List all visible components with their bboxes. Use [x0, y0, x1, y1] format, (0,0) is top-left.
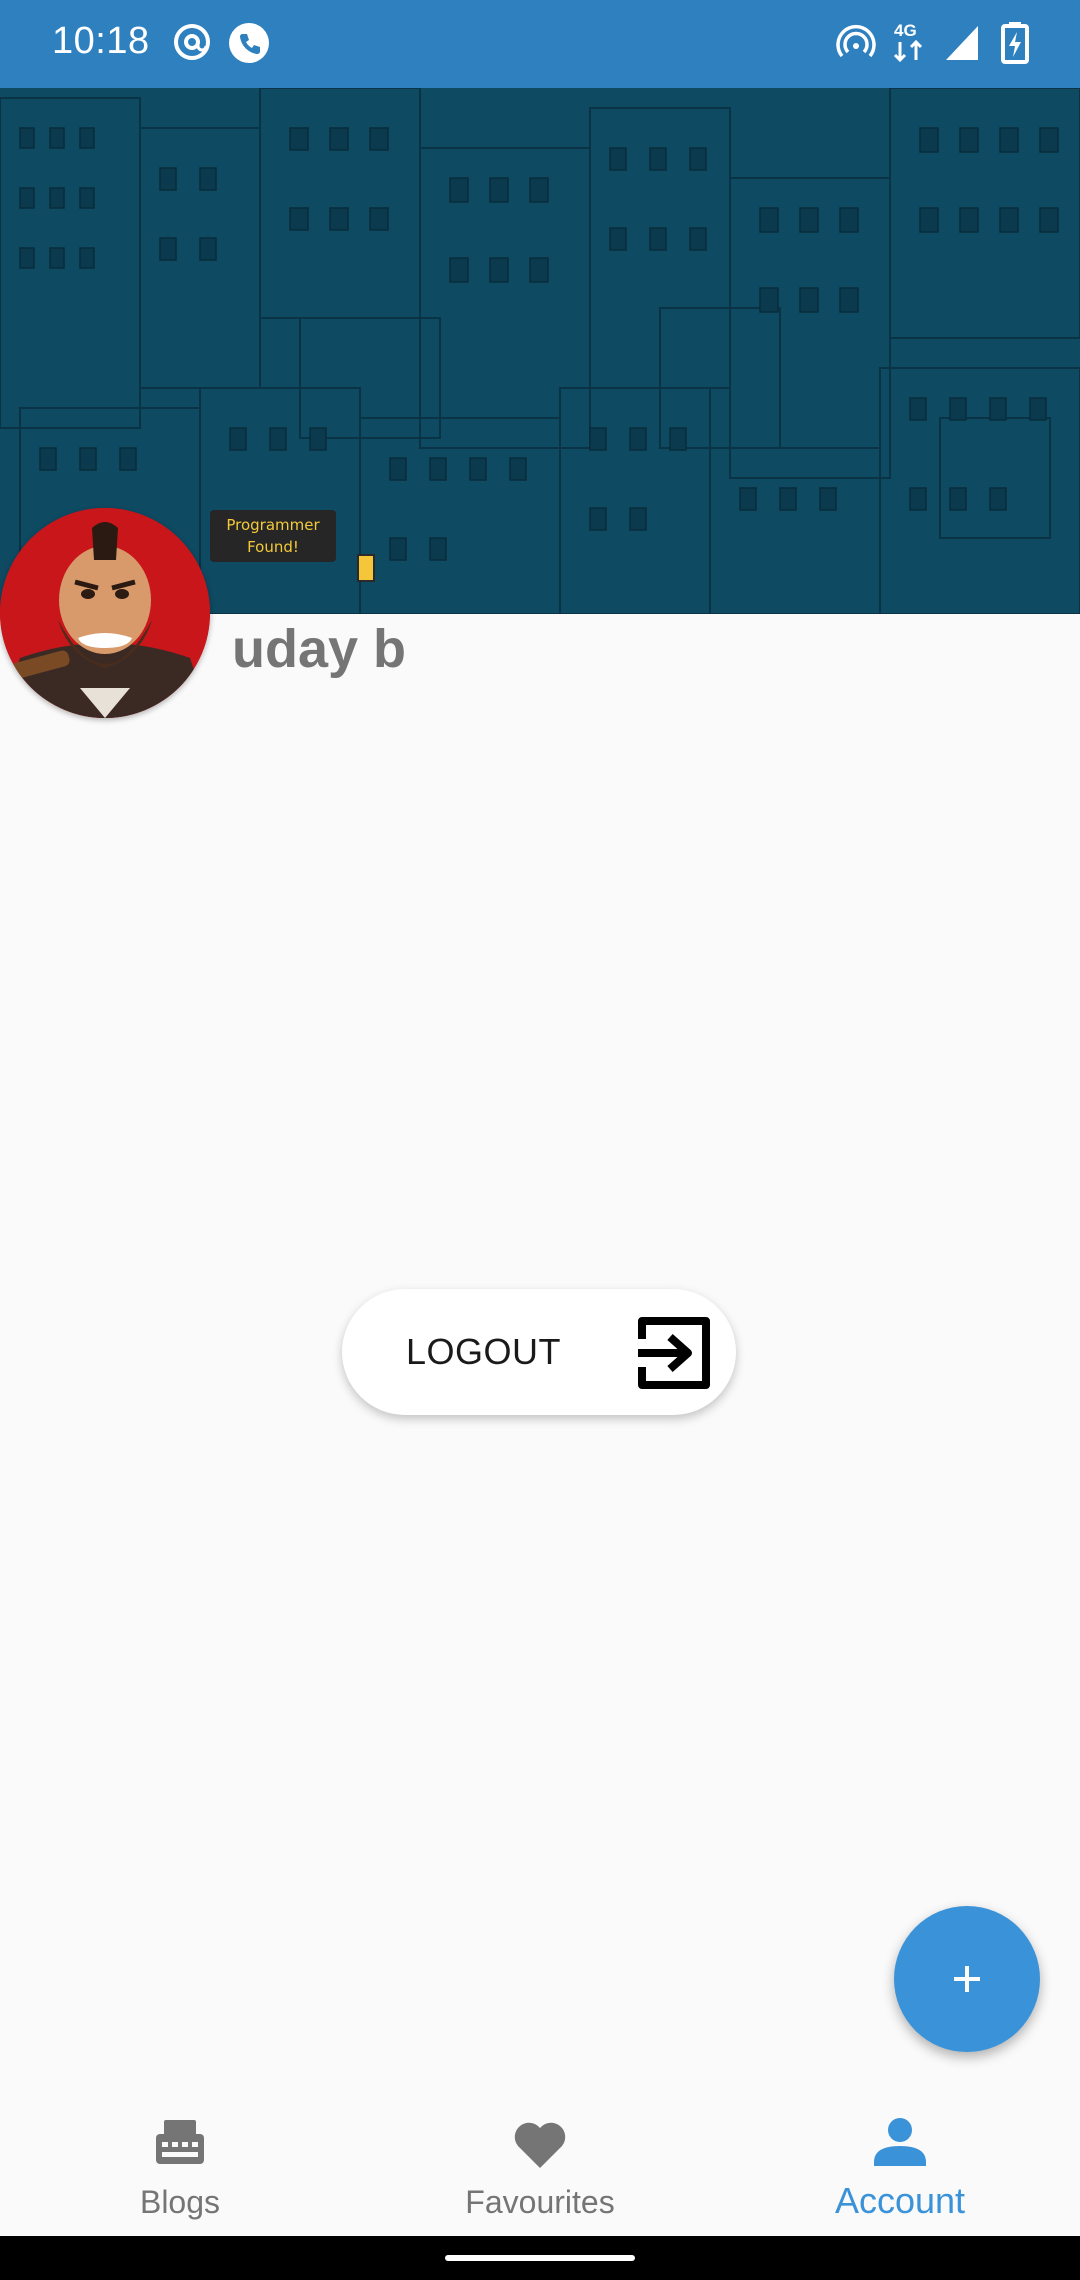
blogs-icon: [148, 2112, 212, 2176]
lit-window: [357, 554, 375, 582]
bearded-man-portrait: [0, 508, 210, 718]
tooltip-line-1: Programmer: [226, 516, 320, 534]
battery-charging-icon: [1000, 20, 1030, 69]
signal-icon: [942, 22, 982, 67]
person-icon: [868, 2112, 932, 2176]
plus-icon: [954, 1966, 980, 1992]
nav-label-favourites: Favourites: [465, 2184, 615, 2220]
profile-avatar[interactable]: [0, 508, 210, 718]
exit-to-app-icon: [632, 1311, 716, 1400]
nav-item-blogs[interactable]: Blogs: [0, 2080, 360, 2236]
logout-button[interactable]: LOGOUT: [342, 1289, 736, 1415]
profile-name: uday b: [232, 619, 407, 679]
nav-label-account: Account: [834, 2180, 966, 2221]
nav-item-account[interactable]: Account: [720, 2080, 1080, 2236]
heart-icon: [508, 2112, 572, 2176]
status-bar: 10:18 4G: [0, 0, 1080, 88]
add-blog-fab[interactable]: [894, 1906, 1040, 2052]
phone-icon: [228, 22, 270, 69]
logout-label: LOGOUT: [406, 1331, 562, 1372]
home-gesture-handle[interactable]: [445, 2255, 635, 2261]
hotspot-icon: [836, 22, 876, 67]
tooltip-line-2: Found!: [247, 538, 299, 556]
at-sign-icon: [172, 22, 212, 67]
nav-item-favourites[interactable]: Favourites: [360, 2080, 720, 2236]
bottom-navigation: Blogs Favourites Account: [0, 2080, 1080, 2236]
programmer-found-tooltip: Programmer Found!: [210, 510, 336, 562]
svg-text:4G: 4G: [894, 21, 917, 40]
status-time: 10:18: [52, 20, 150, 62]
network-4g-icon: 4G: [890, 20, 930, 69]
system-gesture-bar: [0, 2236, 1080, 2280]
nav-label-blogs: Blogs: [139, 2184, 221, 2220]
